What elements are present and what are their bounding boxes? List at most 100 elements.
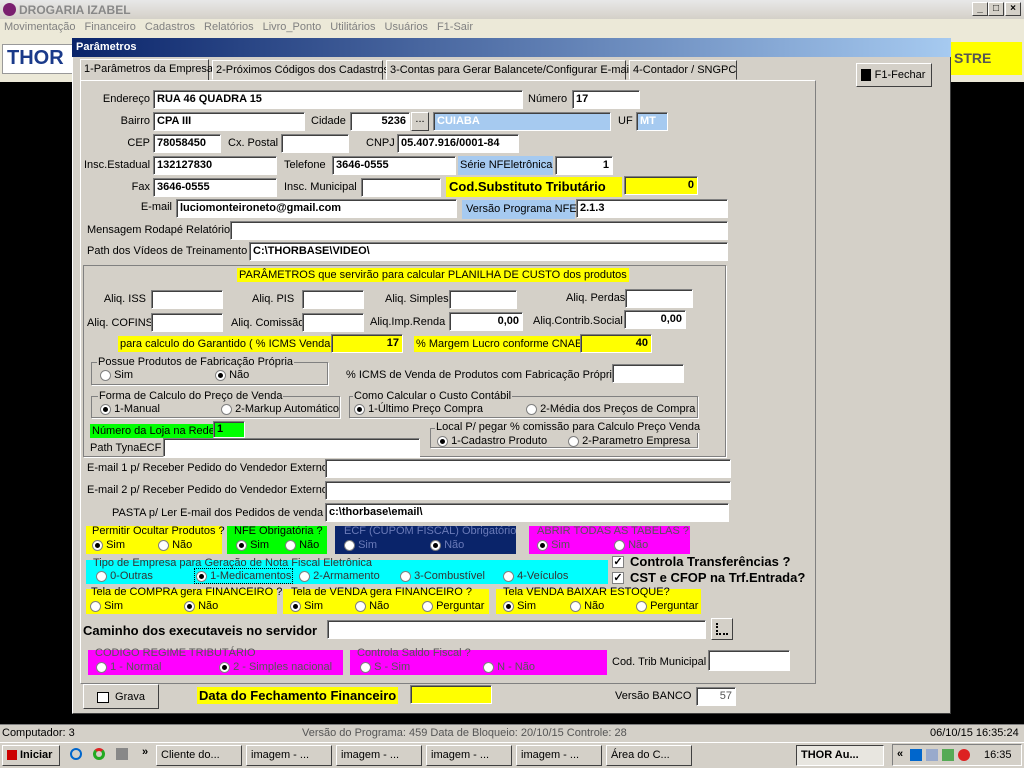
venda-nao-radio[interactable]: Não	[355, 600, 389, 612]
ocultar-nao-radio[interactable]: Não	[158, 539, 192, 551]
abrir-sim-radio[interactable]: Sim	[537, 539, 570, 551]
estoque-nao-radio[interactable]: Não	[570, 600, 604, 612]
pis-field[interactable]	[302, 290, 364, 309]
taskbar-item-cliente[interactable]: Cliente do...	[156, 745, 242, 766]
compra-sim-radio[interactable]: Sim	[90, 600, 123, 612]
forma-manual-radio[interactable]: 1-Manual	[100, 403, 160, 415]
cofins-field[interactable]	[151, 313, 223, 332]
taskbar-item-imagem-3[interactable]: imagem - ...	[426, 745, 512, 766]
insc-municipal-field[interactable]	[361, 178, 441, 197]
forma-markup-radio[interactable]: 2-Markup Automático	[221, 403, 339, 415]
cxpostal-field[interactable]	[281, 134, 349, 153]
email-field[interactable]: luciomonteironeto@gmail.com	[176, 199, 457, 218]
menu-utilitarios[interactable]: Utilitários	[330, 21, 375, 37]
custo-media-radio[interactable]: 2-Média dos Preços de Compra	[526, 403, 695, 415]
tab-contas-balancete[interactable]: 3-Contas para Gerar Balancete/Configurar…	[386, 60, 632, 80]
nfe-nao-radio[interactable]: Não	[285, 539, 319, 551]
contrib-field[interactable]: 0,00	[624, 310, 686, 329]
taskbar-item-area[interactable]: Área do C...	[606, 745, 692, 766]
saldo-sim-radio[interactable]: S - Sim	[360, 661, 410, 673]
taskbar-item-imagem-1[interactable]: imagem - ...	[246, 745, 332, 766]
tray-chevron-icon[interactable]: «	[897, 748, 903, 760]
email1-field[interactable]	[325, 459, 731, 478]
tab-contador-sngpc[interactable]: 4-Contador / SNGPC	[629, 60, 737, 80]
menu-financeiro[interactable]: Financeiro	[85, 21, 136, 37]
codtrib-field[interactable]	[708, 650, 790, 671]
fab-sim-radio[interactable]: Sim	[100, 369, 133, 381]
menu-relatorios[interactable]: Relatórios	[204, 21, 254, 37]
clock[interactable]: 16:35	[984, 749, 1012, 761]
iss-field[interactable]	[151, 290, 223, 309]
regime-normal-radio[interactable]: 1 - Normal	[96, 661, 161, 673]
abrir-nao-radio[interactable]: Não	[614, 539, 648, 551]
perdas-field[interactable]	[625, 289, 693, 308]
estoque-sim-radio[interactable]: Sim	[503, 600, 536, 612]
pasta-field[interactable]: c:\thorbase\email\	[325, 503, 729, 522]
icms-fab-field[interactable]	[612, 364, 684, 383]
numero-field[interactable]: 17	[572, 90, 640, 109]
cep-field[interactable]: 78058450	[153, 134, 221, 153]
transf-checkbox[interactable]: ✓	[612, 556, 624, 568]
minimize-icon[interactable]: _	[972, 2, 988, 16]
taskbar-item-imagem-2[interactable]: imagem - ...	[336, 745, 422, 766]
menu-usuarios[interactable]: Usuários	[385, 21, 428, 37]
venda-perguntar-radio[interactable]: Perguntar	[422, 600, 484, 612]
ie-field[interactable]: 132127830	[153, 156, 277, 175]
taskbar-item-thor[interactable]: THOR Au...	[796, 745, 884, 766]
custo-ultimo-radio[interactable]: 1-Último Preço Compra	[354, 403, 483, 415]
cidade-code-field[interactable]: 5236	[350, 112, 410, 131]
imprenda-field[interactable]: 0,00	[449, 312, 523, 331]
saldo-nao-radio[interactable]: N - Não	[483, 661, 535, 673]
maximize-icon[interactable]: □	[988, 2, 1004, 16]
ie-icon[interactable]	[70, 748, 82, 760]
serie-nfe-field[interactable]: 1	[555, 156, 613, 175]
browse-folder-button[interactable]	[711, 618, 733, 640]
loja-field[interactable]: 1	[213, 421, 245, 438]
grava-button[interactable]: Grava	[83, 684, 159, 709]
cidade-lookup-button[interactable]: ...	[411, 112, 429, 131]
tab-parametros-empresa[interactable]: 1-Parâmetros da Empresa	[80, 59, 213, 81]
endereco-field[interactable]: RUA 46 QUADRA 15	[153, 90, 523, 109]
regime-simples-radio[interactable]: 2 - Simples nacional	[219, 661, 332, 673]
garantido-field[interactable]: 17	[331, 334, 403, 353]
close-icon[interactable]: ×	[1005, 2, 1021, 16]
fab-nao-radio[interactable]: Não	[215, 369, 249, 381]
menu-livro-ponto[interactable]: Livro_Ponto	[263, 21, 322, 37]
quicklaunch-icon[interactable]	[116, 748, 128, 760]
tipo-combustivel-radio[interactable]: 3-Combustível	[400, 570, 485, 582]
telefone-field[interactable]: 3646-0555	[332, 156, 456, 175]
bairro-field[interactable]: CPA III	[153, 112, 305, 131]
tipo-veiculos-radio[interactable]: 4-Veículos	[503, 570, 568, 582]
chrome-icon[interactable]	[93, 748, 105, 760]
antivirus-icon[interactable]	[958, 749, 970, 761]
menu-sair[interactable]: F1-Sair	[437, 21, 473, 37]
taskbar-item-imagem-4[interactable]: imagem - ...	[516, 745, 602, 766]
cnpj-field[interactable]: 05.407.916/0001-84	[397, 134, 519, 153]
email2-field[interactable]	[325, 481, 731, 500]
monitor-icon[interactable]	[926, 749, 938, 761]
usb-icon[interactable]	[942, 749, 954, 761]
tyna-field[interactable]	[163, 438, 420, 457]
simples-field[interactable]	[449, 290, 517, 309]
chevron-right-icon[interactable]: »	[142, 746, 148, 758]
ecf-sim-radio[interactable]: Sim	[344, 539, 377, 551]
versao-nfe-field[interactable]: 2.1.3	[576, 199, 728, 218]
menu-movimentacao[interactable]: Movimentação	[4, 21, 76, 37]
estoque-perguntar-radio[interactable]: Perguntar	[636, 600, 698, 612]
menu-cadastros[interactable]: Cadastros	[145, 21, 195, 37]
start-button[interactable]: Iniciar	[2, 745, 60, 766]
tipo-armamento-radio[interactable]: 2-Armamento	[299, 570, 380, 582]
fax-field[interactable]: 3646-0555	[153, 178, 277, 197]
comissao-field[interactable]	[302, 313, 364, 332]
exec-field[interactable]	[327, 620, 706, 639]
network-icon[interactable]	[910, 749, 922, 761]
rodape-field[interactable]	[230, 221, 728, 240]
compra-nao-radio[interactable]: Não	[184, 600, 218, 612]
fechamento-field[interactable]	[410, 685, 492, 704]
tipo-outras-radio[interactable]: 0-Outras	[96, 570, 153, 582]
venda-sim-radio[interactable]: Sim	[290, 600, 323, 612]
local-cadastro-radio[interactable]: 1-Cadastro Produto	[437, 435, 547, 447]
nfe-sim-radio[interactable]: Sim	[236, 539, 269, 551]
cod-substituto-field[interactable]: 0	[624, 176, 698, 195]
tipo-medicamentos-radio[interactable]: 1-Medicamentos	[194, 568, 294, 584]
